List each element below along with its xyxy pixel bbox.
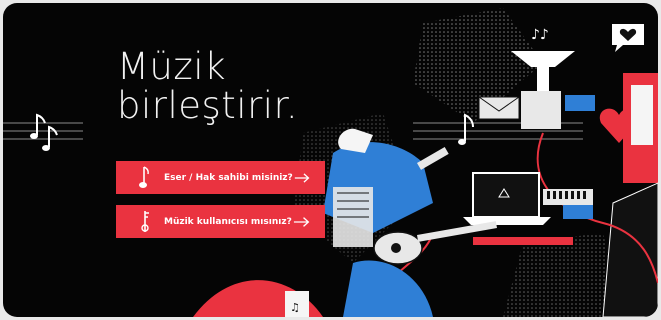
arrow-right-icon [293, 216, 310, 227]
hero-headline: Müzik birleştirir. [117, 47, 298, 125]
music-user-label: Müzik kullanıcısı mısınız? [164, 216, 292, 227]
musicians-illustration: ♪♪ ♫ [3, 8, 658, 317]
music-user-button[interactable]: Müzik kullanıcısı mısınız? [116, 205, 325, 238]
rights-holder-label: Eser / Hak sahibi misiniz? [164, 172, 293, 183]
svg-text:♫: ♫ [290, 301, 300, 314]
key-note-icon [141, 211, 149, 232]
hero-banner: ♪♪ ♫ Müzik birleştirir. Eser / Hak sahib… [3, 3, 658, 317]
headline-line-2: birleştirir. [117, 84, 299, 127]
arrow-right-icon [294, 172, 310, 183]
rights-holder-button[interactable]: Eser / Hak sahibi misiniz? [116, 161, 325, 194]
headline-line-1: Müzik [117, 45, 227, 88]
note-pen-icon [139, 166, 149, 188]
svg-text:♪♪: ♪♪ [531, 27, 549, 43]
heart-chat-icon[interactable] [609, 21, 647, 55]
